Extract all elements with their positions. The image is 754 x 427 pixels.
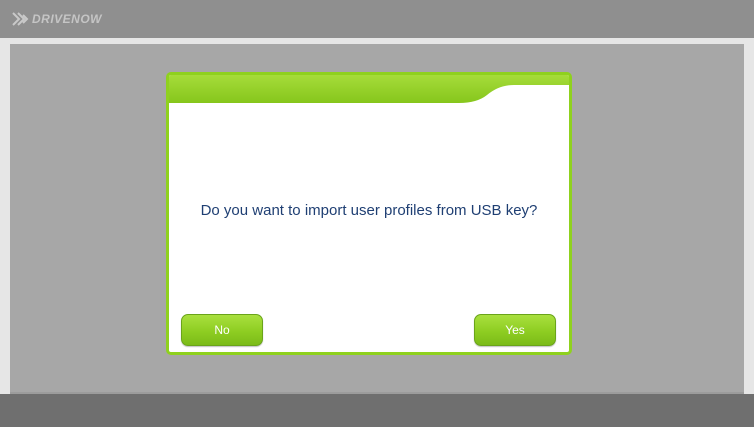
dialog-header (169, 75, 569, 105)
yes-button-label: Yes (505, 323, 525, 337)
dialog-header-band (169, 75, 569, 103)
top-bar: DRIVENOW (0, 0, 754, 38)
dialog-message: Do you want to import user profiles from… (200, 202, 538, 219)
logo-mark-icon (12, 12, 29, 26)
brand-name: DRIVENOW (32, 12, 102, 26)
no-button-label: No (214, 323, 230, 337)
import-profiles-dialog: Do you want to import user profiles from… (166, 72, 572, 355)
yes-button[interactable]: Yes (474, 314, 556, 346)
brand-logo: DRIVENOW (12, 9, 102, 29)
no-button[interactable]: No (181, 314, 263, 346)
app-screen: DRIVENOW Do you want to import user prof… (0, 0, 754, 427)
bottom-bar (0, 394, 754, 427)
